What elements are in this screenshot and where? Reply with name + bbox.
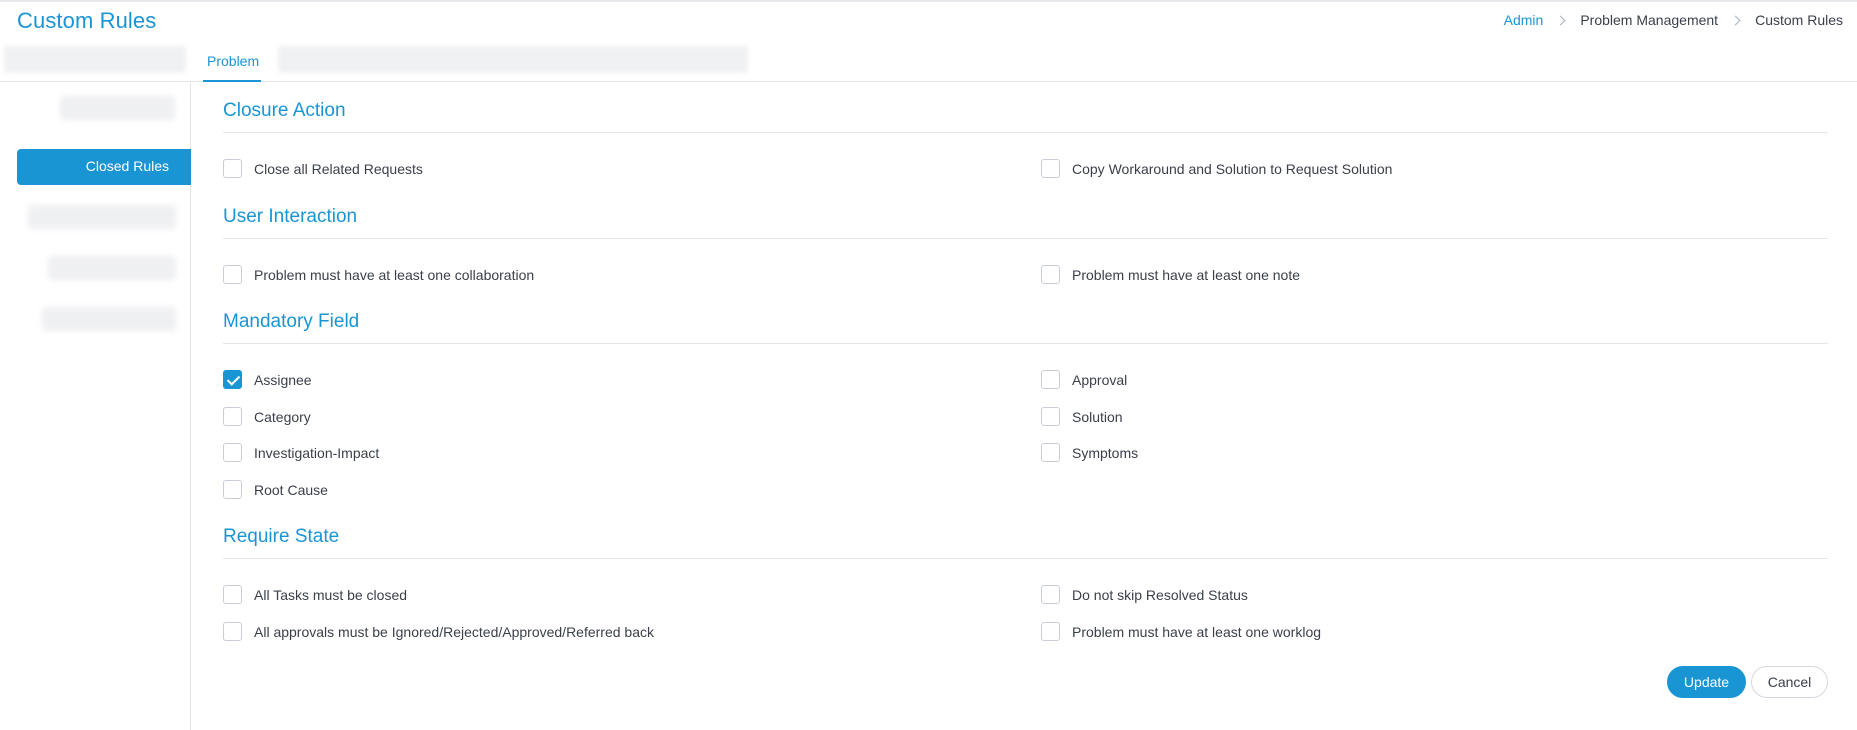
section-title-require-state: Require State [223,526,340,547]
option-category[interactable]: Category [223,407,311,426]
option-label: All Tasks must be closed [254,586,408,603]
checkbox[interactable] [223,159,242,178]
module-tabs: Problem [0,44,1857,82]
option-copy-workaround[interactable]: Copy Workaround and Solution to Request … [1041,159,1392,178]
sidebar-item-obscured[interactable] [60,96,175,120]
sidebar-item-label: Closed Rules [85,158,169,174]
section-title-mandatory-field: Mandatory Field [223,311,360,332]
checkbox[interactable] [223,622,242,641]
top-border [0,0,1857,2]
option-note-required[interactable]: Problem must have at least one note [1041,265,1300,284]
option-no-skip-resolved[interactable]: Do not skip Resolved Status [1041,585,1248,604]
sidebar-item-obscured[interactable] [42,307,176,331]
checkbox[interactable] [1041,370,1060,389]
divider [223,132,1828,133]
sidebar-item-closed-rules[interactable]: Closed Rules [17,149,191,185]
option-label: Investigation-Impact [254,444,380,461]
breadcrumb-problem-management[interactable]: Problem Management [1580,12,1718,28]
option-label: Problem must have at least one note [1072,266,1301,283]
option-label: Do not skip Resolved Status [1072,586,1248,603]
option-label: Problem must have at least one collabora… [254,266,535,283]
option-label: Solution [1072,408,1123,425]
option-collaboration-required[interactable]: Problem must have at least one collabora… [223,265,534,284]
checkbox[interactable] [1041,265,1060,284]
divider [223,343,1828,344]
checkbox-checked[interactable] [223,370,242,389]
checkbox[interactable] [1041,585,1060,604]
option-label: Symptoms [1072,444,1139,461]
option-label: Assignee [254,371,312,388]
checkbox[interactable] [223,443,242,462]
checkbox[interactable] [223,407,242,426]
option-symptoms[interactable]: Symptoms [1041,443,1138,462]
checkbox[interactable] [223,585,242,604]
option-approval[interactable]: Approval [1041,370,1127,389]
option-approvals-resolved[interactable]: All approvals must be Ignored/Rejected/A… [223,622,654,641]
option-worklog-required[interactable]: Problem must have at least one worklog [1041,622,1321,641]
section-title-user-interaction: User Interaction [223,206,358,227]
sidebar-item-obscured[interactable] [48,256,176,280]
option-assignee[interactable]: Assignee [223,370,312,389]
breadcrumb-admin[interactable]: Admin [1504,12,1544,28]
chevron-right-icon [1555,15,1566,25]
update-button[interactable]: Update [1667,666,1746,698]
option-label: All approvals must be Ignored/Rejected/A… [254,623,654,640]
option-close-related-requests[interactable]: Close all Related Requests [223,159,423,178]
option-label: Problem must have at least one worklog [1072,623,1322,640]
tab-problem[interactable]: Problem [203,44,261,82]
checkbox[interactable] [1041,159,1060,178]
option-investigation-impact[interactable]: Investigation-Impact [223,443,379,462]
sidebar-item-obscured[interactable] [28,205,176,229]
option-tasks-closed[interactable]: All Tasks must be closed [223,585,407,604]
checkbox[interactable] [1041,407,1060,426]
page-title: Custom Rules [17,8,157,33]
section-title-closure-action: Closure Action [223,100,346,121]
rules-sidebar: Closed Rules [0,82,191,730]
checkbox[interactable] [1041,622,1060,641]
option-solution[interactable]: Solution [1041,407,1123,426]
checkbox[interactable] [223,480,242,499]
tab-obscured[interactable] [4,46,186,73]
checkbox[interactable] [1041,443,1060,462]
option-label: Approval [1072,371,1128,388]
tab-problem-label: Problem [207,53,260,69]
cancel-button[interactable]: Cancel [1751,666,1828,698]
option-label: Root Cause [254,481,328,498]
option-label: Close all Related Requests [254,160,423,177]
option-root-cause[interactable]: Root Cause [223,480,328,499]
divider [223,558,1828,559]
divider [223,238,1828,239]
tab-obscured-group[interactable] [278,46,748,73]
option-label: Category [254,408,311,425]
breadcrumb: Admin Problem Management Custom Rules [1504,12,1843,28]
chevron-right-icon [1730,15,1741,25]
checkbox[interactable] [223,265,242,284]
breadcrumb-current: Custom Rules [1755,12,1843,28]
option-label: Copy Workaround and Solution to Request … [1072,160,1393,177]
